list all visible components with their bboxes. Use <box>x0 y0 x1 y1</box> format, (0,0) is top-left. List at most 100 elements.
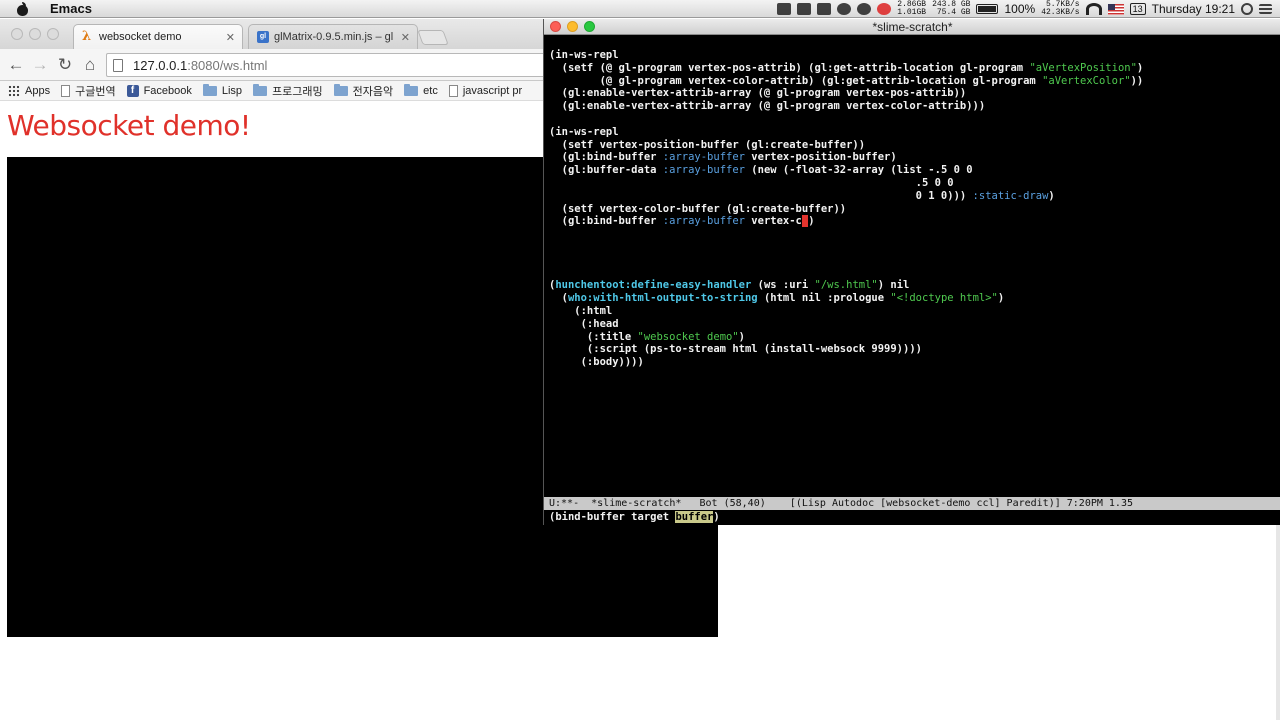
tab-websocket-demo[interactable]: λ websocket demo ✕ <box>73 24 243 49</box>
code-token: 0 1 0))) <box>549 189 973 202</box>
code-token: ) <box>738 330 745 343</box>
code-line[interactable]: (who:with-html-output-to-string (html ni… <box>549 292 1277 305</box>
notification-center-icon[interactable] <box>1259 4 1272 14</box>
wifi-icon[interactable] <box>1085 3 1102 15</box>
code-token: "<!doctype html>" <box>890 292 998 305</box>
tab-label: websocket demo <box>99 31 182 43</box>
monitor-icon[interactable] <box>857 3 872 15</box>
forward-button[interactable]: → <box>30 55 50 75</box>
code-line[interactable]: (gl:bind-buffer :array-buffer vertex-c)) <box>549 215 1277 228</box>
autodoc-close: ) <box>713 511 720 523</box>
code-token: (ws :uri <box>751 279 815 292</box>
code-line[interactable]: (setf vertex-position-buffer (gl:create-… <box>549 139 1277 152</box>
calendar-icon[interactable]: 13 <box>1129 3 1146 15</box>
battery-icon[interactable] <box>976 4 999 14</box>
battery-percent: 100% <box>1004 2 1036 16</box>
code-token: (gl:buffer-data <box>549 164 663 177</box>
emacs-mode-line: U:**- *slime-scratch* Bot (58,40) [(Lisp… <box>544 497 1280 510</box>
tab-close-icon[interactable]: ✕ <box>401 31 410 44</box>
code-line[interactable] <box>549 254 1277 267</box>
bookmark-google-translate[interactable]: 구글번역 <box>61 83 116 99</box>
input-source-flag-icon[interactable] <box>1107 3 1124 15</box>
emacs-close-button[interactable] <box>550 21 561 32</box>
code-token: ) <box>997 292 1005 305</box>
code-token: (gl:bind-buffer <box>549 215 663 228</box>
code-token: (:title <box>549 330 638 343</box>
code-line[interactable] <box>549 228 1277 241</box>
code-line[interactable]: (gl:bind-buffer :array-buffer vertex-pos… <box>549 151 1277 164</box>
code-token: "websocket demo" <box>637 330 739 343</box>
disk-free: 75.4 GB <box>936 8 971 17</box>
code-line[interactable]: 0 1 0))) :static-draw) <box>549 190 1277 203</box>
memory-stats[interactable]: 2.86GB 1.01GB <box>897 1 926 17</box>
app-status-icon[interactable] <box>837 3 852 15</box>
dropbox-icon[interactable] <box>777 3 792 15</box>
bookmark-label: etc <box>423 84 438 97</box>
status-area: 2.86GB 1.01GB 243.8 GB 75.4 GB 100% 5.7K… <box>777 0 1280 18</box>
emacs-zoom-button[interactable] <box>584 21 595 32</box>
code-line[interactable]: (hunchentoot:define-easy-handler (ws :ur… <box>549 279 1277 292</box>
background-scrollbar[interactable] <box>1276 525 1280 720</box>
code-line[interactable]: (in-ws-repl <box>549 49 1277 62</box>
code-token: (setf vertex-color-buffer (gl:create-buf… <box>549 202 847 215</box>
code-line[interactable] <box>549 113 1277 126</box>
code-line[interactable]: (setf (@ gl-program vertex-pos-attrib) (… <box>549 62 1277 75</box>
code-token: :static-draw <box>972 189 1049 202</box>
active-app-name[interactable]: Emacs <box>50 1 92 16</box>
disk-stats[interactable]: 243.8 GB 75.4 GB <box>932 1 970 17</box>
code-line[interactable] <box>549 241 1277 254</box>
code-line[interactable]: (:title "websocket demo") <box>549 331 1277 344</box>
bookmark-label: 구글번역 <box>75 85 116 98</box>
home-button[interactable]: ⌂ <box>80 55 100 75</box>
code-line[interactable]: (:html <box>549 305 1277 318</box>
bookmark-folder-programming[interactable]: 프로그래밍 <box>253 83 323 99</box>
evernote-icon[interactable] <box>817 3 832 15</box>
code-line[interactable]: (in-ws-repl <box>549 126 1277 139</box>
bookmark-folder-etc[interactable]: etc <box>404 83 438 97</box>
page-icon <box>448 84 458 97</box>
bookmark-apps[interactable]: Apps <box>0 84 50 97</box>
code-line[interactable]: (gl:buffer-data :array-buffer (new (-flo… <box>549 164 1277 177</box>
network-stats[interactable]: 5.7KB/s 42.3KB/s <box>1041 1 1079 17</box>
code-line[interactable] <box>549 267 1277 280</box>
autodoc-current-arg: buffer <box>675 511 714 523</box>
apps-grid-icon <box>8 84 20 97</box>
bookmark-javascript[interactable]: javascript pr <box>448 84 522 97</box>
bookmark-facebook[interactable]: f Facebook <box>126 84 192 97</box>
menubar-clock[interactable]: Thursday 19:21 <box>1152 2 1235 16</box>
apple-menu-icon[interactable] <box>14 1 32 16</box>
code-editor[interactable]: (in-ws-repl (setf (@ gl-program vertex-p… <box>549 49 1277 497</box>
bookmark-folder-lisp[interactable]: Lisp <box>202 83 243 97</box>
tab-glmatrix[interactable]: gl glMatrix-0.9.5.min.js – gl ✕ <box>248 24 418 49</box>
code-line[interactable]: (gl:enable-vertex-attrib-array (@ gl-pro… <box>549 100 1277 113</box>
emacs-minimize-button[interactable] <box>567 21 578 32</box>
emacs-buffer-title: *slime-scratch* <box>872 20 953 34</box>
code-line[interactable]: .5 0 0 <box>549 177 1277 190</box>
browser-minimize-button[interactable] <box>29 28 41 40</box>
code-token: (setf vertex-position-buffer (gl:create-… <box>549 138 866 151</box>
emacs-minibuffer[interactable]: (bind-buffer target buffer) <box>544 510 1280 525</box>
desktop: Emacs 2.86GB 1.01GB 243.8 GB 75.4 GB 100… <box>0 0 1280 720</box>
reload-button[interactable]: ↻ <box>55 55 75 75</box>
new-tab-button[interactable] <box>417 30 449 45</box>
code-token: vertex-c <box>744 215 802 228</box>
back-button[interactable]: ← <box>6 55 26 75</box>
browser-close-button[interactable] <box>11 28 23 40</box>
code-line[interactable]: (:script (ps-to-stream html (install-web… <box>549 343 1277 356</box>
recording-icon[interactable] <box>877 3 892 15</box>
browser-zoom-button[interactable] <box>47 28 59 40</box>
bookmark-folder-electronic-music[interactable]: 전자음악 <box>333 83 393 99</box>
drive-icon[interactable] <box>797 3 812 15</box>
bookmark-label: Lisp <box>221 84 243 97</box>
spotlight-search-icon[interactable] <box>1241 3 1253 15</box>
code-line[interactable]: (:body)))) <box>549 356 1277 369</box>
tab-close-icon[interactable]: ✕ <box>226 31 235 44</box>
page-icon <box>113 58 123 72</box>
code-line[interactable]: (@ gl-program vertex-color-attrib) (gl:g… <box>549 75 1277 88</box>
code-token: (in-ws-repl <box>549 125 619 138</box>
code-token: :array-buffer <box>662 151 745 164</box>
code-line[interactable]: (:head <box>549 318 1277 331</box>
code-token: "aVertexColor" <box>1042 74 1131 87</box>
code-line[interactable]: (setf vertex-color-buffer (gl:create-buf… <box>549 203 1277 216</box>
code-line[interactable]: (gl:enable-vertex-attrib-array (@ gl-pro… <box>549 87 1277 100</box>
